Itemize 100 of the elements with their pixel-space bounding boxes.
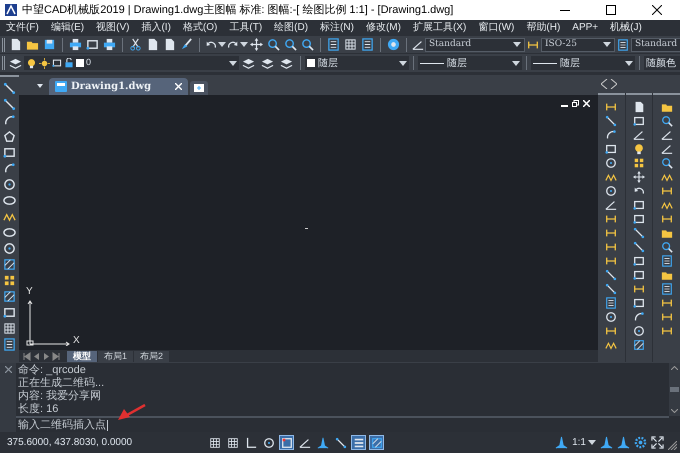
skip-left-icon[interactable]: [22, 352, 31, 360]
linetype-dropdown[interactable]: 随层: [418, 56, 522, 70]
dimension-icon[interactable]: [660, 297, 673, 309]
panel-icon[interactable]: [361, 38, 374, 51]
dimension-icon[interactable]: [660, 311, 673, 323]
magnifier-icon[interactable]: [660, 115, 673, 127]
page-icon[interactable]: [9, 38, 22, 51]
expand-icon[interactable]: [651, 436, 664, 449]
circle-icon[interactable]: [605, 157, 618, 169]
menu-item[interactable]: 窗口(W): [478, 23, 514, 33]
hatch-icon[interactable]: [3, 258, 16, 271]
hatch-toggle[interactable]: [369, 435, 384, 450]
brush-icon[interactable]: [180, 38, 193, 51]
angle-icon[interactable]: [633, 129, 645, 141]
magnifier-icon[interactable]: [660, 241, 673, 253]
rectangle-icon[interactable]: [3, 146, 16, 159]
panel-icon[interactable]: [3, 338, 16, 351]
menu-item[interactable]: 文件(F): [6, 23, 39, 33]
resize-grip-icon[interactable]: [668, 441, 677, 450]
dimension-icon[interactable]: [660, 325, 673, 337]
rectangle-icon[interactable]: [633, 255, 645, 267]
caret-icon[interactable]: [37, 84, 43, 88]
layers-icon[interactable]: [280, 56, 293, 70]
line-icon[interactable]: [605, 283, 618, 295]
dimension-icon[interactable]: [605, 325, 618, 337]
menu-item[interactable]: 扩展工具(X): [412, 23, 466, 33]
circle-icon[interactable]: [605, 311, 618, 323]
angle-icon[interactable]: [660, 143, 673, 155]
figure-toggle[interactable]: [315, 435, 330, 450]
layers-icon[interactable]: [9, 56, 22, 70]
scissors-icon[interactable]: [129, 38, 142, 51]
hatch-icon[interactable]: [633, 339, 645, 351]
curved-arrow-icon[interactable]: [227, 38, 239, 50]
line-icon[interactable]: [3, 82, 16, 95]
circle-icon[interactable]: [633, 325, 645, 337]
panel-icon[interactable]: [617, 38, 629, 50]
squares-icon[interactable]: [633, 157, 645, 169]
rectangle-icon[interactable]: [633, 199, 645, 211]
page-icon[interactable]: [633, 101, 645, 113]
pentagon-icon[interactable]: [3, 130, 16, 143]
menu-item[interactable]: 机械(J): [610, 23, 642, 33]
line-icon[interactable]: [3, 98, 16, 111]
menu-item[interactable]: APP+: [572, 23, 598, 33]
layout-tab[interactable]: 布局2: [134, 350, 170, 362]
squares-icon[interactable]: [3, 274, 16, 287]
settings-icon[interactable]: [634, 436, 647, 449]
rectangle-icon[interactable]: [633, 297, 645, 309]
angle-icon[interactable]: [605, 199, 618, 211]
magnifier-icon[interactable]: [267, 38, 280, 51]
menu-item[interactable]: 编辑(E): [50, 23, 84, 33]
menu-item[interactable]: 帮助(H): [526, 23, 560, 33]
layer-dropdown[interactable]: 0: [24, 56, 239, 70]
toolbar-grip[interactable]: [2, 38, 5, 52]
line-icon[interactable]: [633, 227, 645, 239]
menu-item[interactable]: 格式(O): [182, 23, 218, 33]
arc-icon[interactable]: [605, 129, 618, 141]
document-tab[interactable]: Drawing1.dwg: [49, 78, 188, 95]
annotation-scale-dropdown[interactable]: 1:1: [572, 435, 596, 450]
grid-icon[interactable]: [3, 322, 16, 335]
panel-icon[interactable]: [605, 297, 618, 309]
panel-icon[interactable]: [660, 255, 673, 267]
grid-icon[interactable]: [344, 38, 357, 51]
hatch-icon[interactable]: [3, 290, 16, 303]
circle-icon[interactable]: [605, 185, 618, 197]
drawing-canvas[interactable]: Y X: [19, 95, 598, 350]
dimension-icon[interactable]: [660, 213, 673, 225]
circle-icon[interactable]: [3, 178, 16, 191]
rectangle-icon[interactable]: [633, 269, 645, 281]
dimension-style-dropdown[interactable]: ISO-25: [541, 38, 615, 52]
dimension-icon[interactable]: [527, 38, 539, 50]
scrollbar[interactable]: [669, 363, 680, 416]
line-icon[interactable]: [605, 115, 618, 127]
angle-icon[interactable]: [412, 38, 424, 50]
magnifier-icon[interactable]: [284, 38, 297, 51]
three-lines-toggle[interactable]: [351, 435, 366, 450]
layout-tab[interactable]: 布局1: [98, 350, 134, 362]
dimension-icon[interactable]: [605, 213, 618, 225]
scroll-thumb[interactable]: [670, 387, 679, 392]
menu-item[interactable]: 标注(N): [320, 23, 354, 33]
rectangle-icon[interactable]: [633, 213, 645, 225]
rectangle-icon[interactable]: [633, 115, 645, 127]
magnifier-icon[interactable]: [301, 38, 314, 51]
figure-icon[interactable]: [617, 436, 630, 449]
ellipse-icon[interactable]: [3, 194, 16, 207]
circle-icon[interactable]: [3, 242, 16, 255]
bulb-icon[interactable]: [633, 143, 645, 155]
restore-icon[interactable]: [572, 100, 579, 107]
page-icon[interactable]: [163, 38, 176, 51]
arc-icon[interactable]: [3, 114, 16, 127]
layers-icon[interactable]: [242, 56, 255, 70]
figure-icon[interactable]: [600, 436, 613, 449]
menu-item[interactable]: 插入(I): [141, 23, 171, 33]
rectangle-icon[interactable]: [605, 143, 618, 155]
table-style-dropdown[interactable]: Standard: [631, 38, 680, 52]
dimension-icon[interactable]: [605, 101, 618, 113]
panel-icon[interactable]: [327, 38, 340, 51]
dimension-icon[interactable]: [633, 283, 645, 295]
menu-item[interactable]: 绘图(D): [274, 23, 308, 33]
dimension-icon[interactable]: [605, 241, 618, 253]
square-toggle[interactable]: [279, 435, 294, 450]
